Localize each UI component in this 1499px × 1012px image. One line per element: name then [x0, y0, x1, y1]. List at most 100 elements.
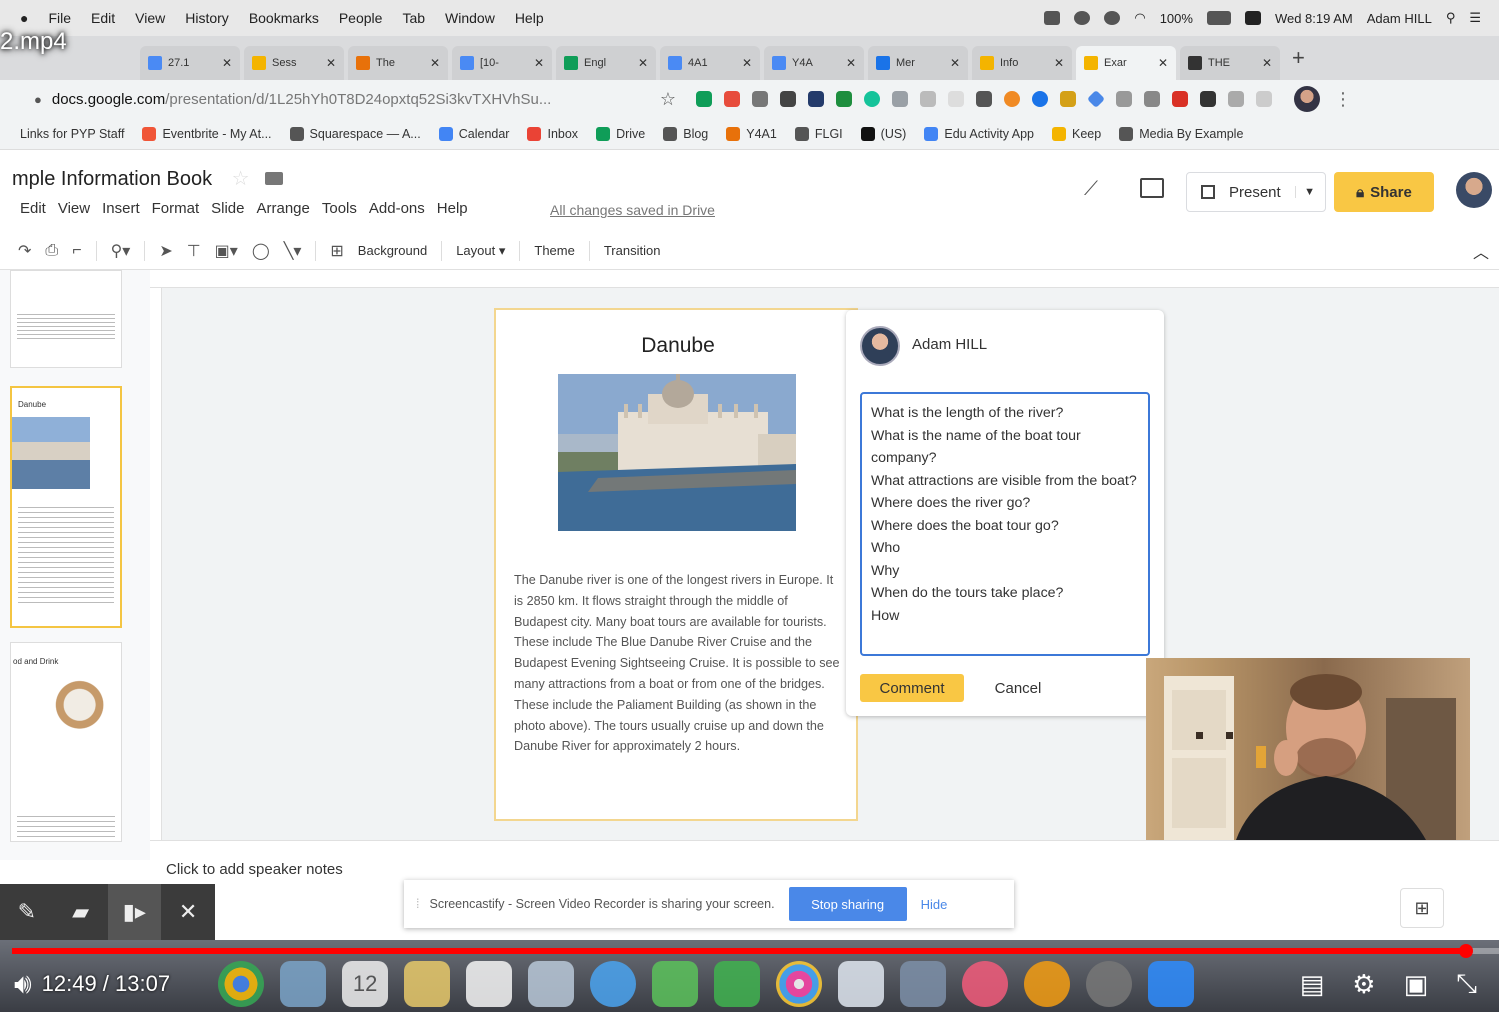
globe-icon[interactable]	[1104, 11, 1121, 25]
textedit-dock-icon[interactable]	[466, 961, 513, 1007]
menu-slide[interactable]: Slide	[211, 200, 244, 217]
comment-submit-button[interactable]: Comment	[860, 674, 964, 702]
current-slide[interactable]: Danube The Danube river is one of the lo…	[494, 308, 858, 821]
bookmark-item[interactable]: (US)	[860, 126, 906, 141]
browser-tab[interactable]: THE ✕	[1180, 46, 1280, 80]
lock-icon[interactable]: ●	[34, 92, 42, 107]
exit-fullscreen-icon[interactable]: ⤡	[1456, 968, 1477, 1000]
comment-cancel-button[interactable]: Cancel	[978, 674, 1058, 702]
document-title[interactable]: mple Information Book ☆	[12, 166, 284, 191]
pen-icon[interactable]: ✎	[0, 884, 54, 940]
pages-dock-icon[interactable]	[838, 961, 885, 1007]
preview-dock-icon[interactable]	[280, 961, 327, 1007]
subtitles-icon[interactable]: ▤	[1300, 969, 1325, 1000]
menu-people[interactable]: People	[339, 10, 383, 26]
bookmark-item[interactable]: FLGI	[794, 126, 843, 141]
theme-button[interactable]: Theme	[534, 243, 574, 258]
menu-file[interactable]: File	[48, 10, 71, 26]
comments-icon[interactable]	[1140, 178, 1164, 198]
drive-ext-icon[interactable]	[696, 91, 712, 107]
menu-help[interactable]: Help	[515, 10, 544, 26]
zoom-dock-icon[interactable]	[1148, 961, 1195, 1007]
chrome-dock-icon[interactable]	[218, 961, 265, 1007]
browser-tab[interactable]: Engl ✕	[556, 46, 656, 80]
account-avatar[interactable]	[1456, 172, 1492, 208]
m-ext-icon[interactable]	[808, 91, 824, 107]
book-ext-icon[interactable]	[780, 91, 796, 107]
browser-tab[interactable]: The ✕	[348, 46, 448, 80]
keynote-dock-icon[interactable]	[900, 961, 947, 1007]
bookmark-item[interactable]: Media By Example	[1119, 126, 1243, 141]
close-tab-icon[interactable]: ✕	[1054, 56, 1064, 70]
menu-tools[interactable]: Tools	[322, 200, 357, 217]
stop-sharing-button[interactable]: Stop sharing	[788, 887, 907, 921]
browser-tab[interactable]: 4A1 ✕	[660, 46, 760, 80]
settings-dock-icon[interactable]	[1086, 961, 1133, 1007]
bookmark-item[interactable]: Y4A1	[726, 126, 777, 141]
bookmark-item[interactable]: Keep	[1052, 126, 1101, 141]
clock[interactable]: Wed 8:19 AM	[1275, 11, 1353, 26]
camera-ext-icon[interactable]	[752, 91, 768, 107]
battery-icon[interactable]	[1206, 11, 1231, 25]
close-tab-icon[interactable]: ✕	[846, 56, 856, 70]
bookmark-item[interactable]: Inbox	[527, 126, 578, 141]
shape-icon[interactable]: ◯	[252, 241, 270, 261]
messages-dock-icon[interactable]	[590, 961, 637, 1007]
close-tab-icon[interactable]: ✕	[534, 56, 544, 70]
select-icon[interactable]: ➤	[159, 241, 172, 261]
present-button[interactable]: Present ▼	[1186, 172, 1326, 212]
video-progress-bar[interactable]	[12, 944, 1499, 958]
tool-ext-icon[interactable]	[1144, 91, 1160, 107]
browser-tab[interactable]: Info ✕	[972, 46, 1072, 80]
browser-tab[interactable]: Y4A ✕	[764, 46, 864, 80]
star-icon[interactable]: ☆	[232, 168, 250, 190]
pocket-ext-icon[interactable]	[1116, 91, 1132, 107]
classroom-ext-icon[interactable]	[836, 91, 852, 107]
list-icon[interactable]: ☰	[1469, 10, 1481, 26]
menu-insert[interactable]: Insert	[102, 200, 140, 217]
text-box-icon[interactable]: ⊤	[187, 241, 201, 261]
close-tab-icon[interactable]: ✕	[1158, 56, 1168, 70]
browser-tab[interactable]: 27.1 ✕	[140, 46, 240, 80]
miniplayer-icon[interactable]: ▣	[1404, 969, 1429, 1000]
menu-bookmarks[interactable]: Bookmarks	[249, 10, 319, 26]
bookmark-item[interactable]: Blog	[663, 126, 708, 141]
photos-dock-icon[interactable]	[776, 961, 823, 1007]
highlighter-icon[interactable]: ▰	[54, 884, 108, 940]
new-tab-button[interactable]: +	[1292, 45, 1305, 71]
star-ext-icon[interactable]	[1228, 91, 1244, 107]
user-name[interactable]: Adam HILL	[1367, 11, 1432, 26]
spotlight-icon[interactable]: ⚲	[1446, 10, 1456, 26]
bookmark-item[interactable]: Links for PYP Staff	[20, 127, 124, 141]
facetime-dock-icon[interactable]	[652, 961, 699, 1007]
save-status[interactable]: All changes saved in Drive	[550, 202, 715, 218]
parliament-photo[interactable]	[558, 374, 796, 531]
slide-thumbnail-selected[interactable]: Danube	[10, 386, 122, 628]
slide-thumbnail[interactable]: od and Drink	[10, 642, 122, 842]
app-icon[interactable]	[1244, 11, 1261, 25]
books-dock-icon[interactable]	[1024, 961, 1071, 1007]
present-dropdown-icon[interactable]: ▼	[1295, 186, 1315, 198]
bookmark-item[interactable]: Calendar	[438, 126, 509, 141]
doc-ext-icon[interactable]	[892, 91, 908, 107]
more-menu-icon[interactable]: ⋮	[1334, 89, 1352, 110]
activity-icon[interactable]: ⟋	[1084, 178, 1098, 201]
calendar-dock-icon[interactable]: 12	[342, 961, 389, 1007]
line-icon[interactable]: ╲▾	[284, 241, 302, 261]
collapse-toolbar-icon[interactable]: ︿	[1473, 239, 1489, 263]
apple-menu[interactable]: ●	[20, 10, 28, 26]
camera-icon[interactable]: ▮▸	[107, 884, 162, 940]
transition-button[interactable]: Transition	[604, 243, 661, 258]
puzzle-ext-icon[interactable]	[976, 91, 992, 107]
close-tab-icon[interactable]: ✕	[222, 56, 232, 70]
bookmark-item[interactable]: Eventbrite - My At...	[142, 126, 272, 141]
pen-ext-icon[interactable]	[1200, 91, 1216, 107]
profile-avatar[interactable]	[1294, 86, 1320, 112]
grammarly-ext-icon[interactable]	[864, 91, 880, 107]
blue-ext-icon[interactable]	[1032, 91, 1048, 107]
menu-format[interactable]: Format	[152, 200, 200, 217]
orange-ext-icon[interactable]	[1004, 91, 1020, 107]
color-ext-icon[interactable]	[724, 91, 740, 107]
redo-icon[interactable]: ↷	[18, 241, 31, 261]
menu-edit[interactable]: Edit	[91, 10, 115, 26]
